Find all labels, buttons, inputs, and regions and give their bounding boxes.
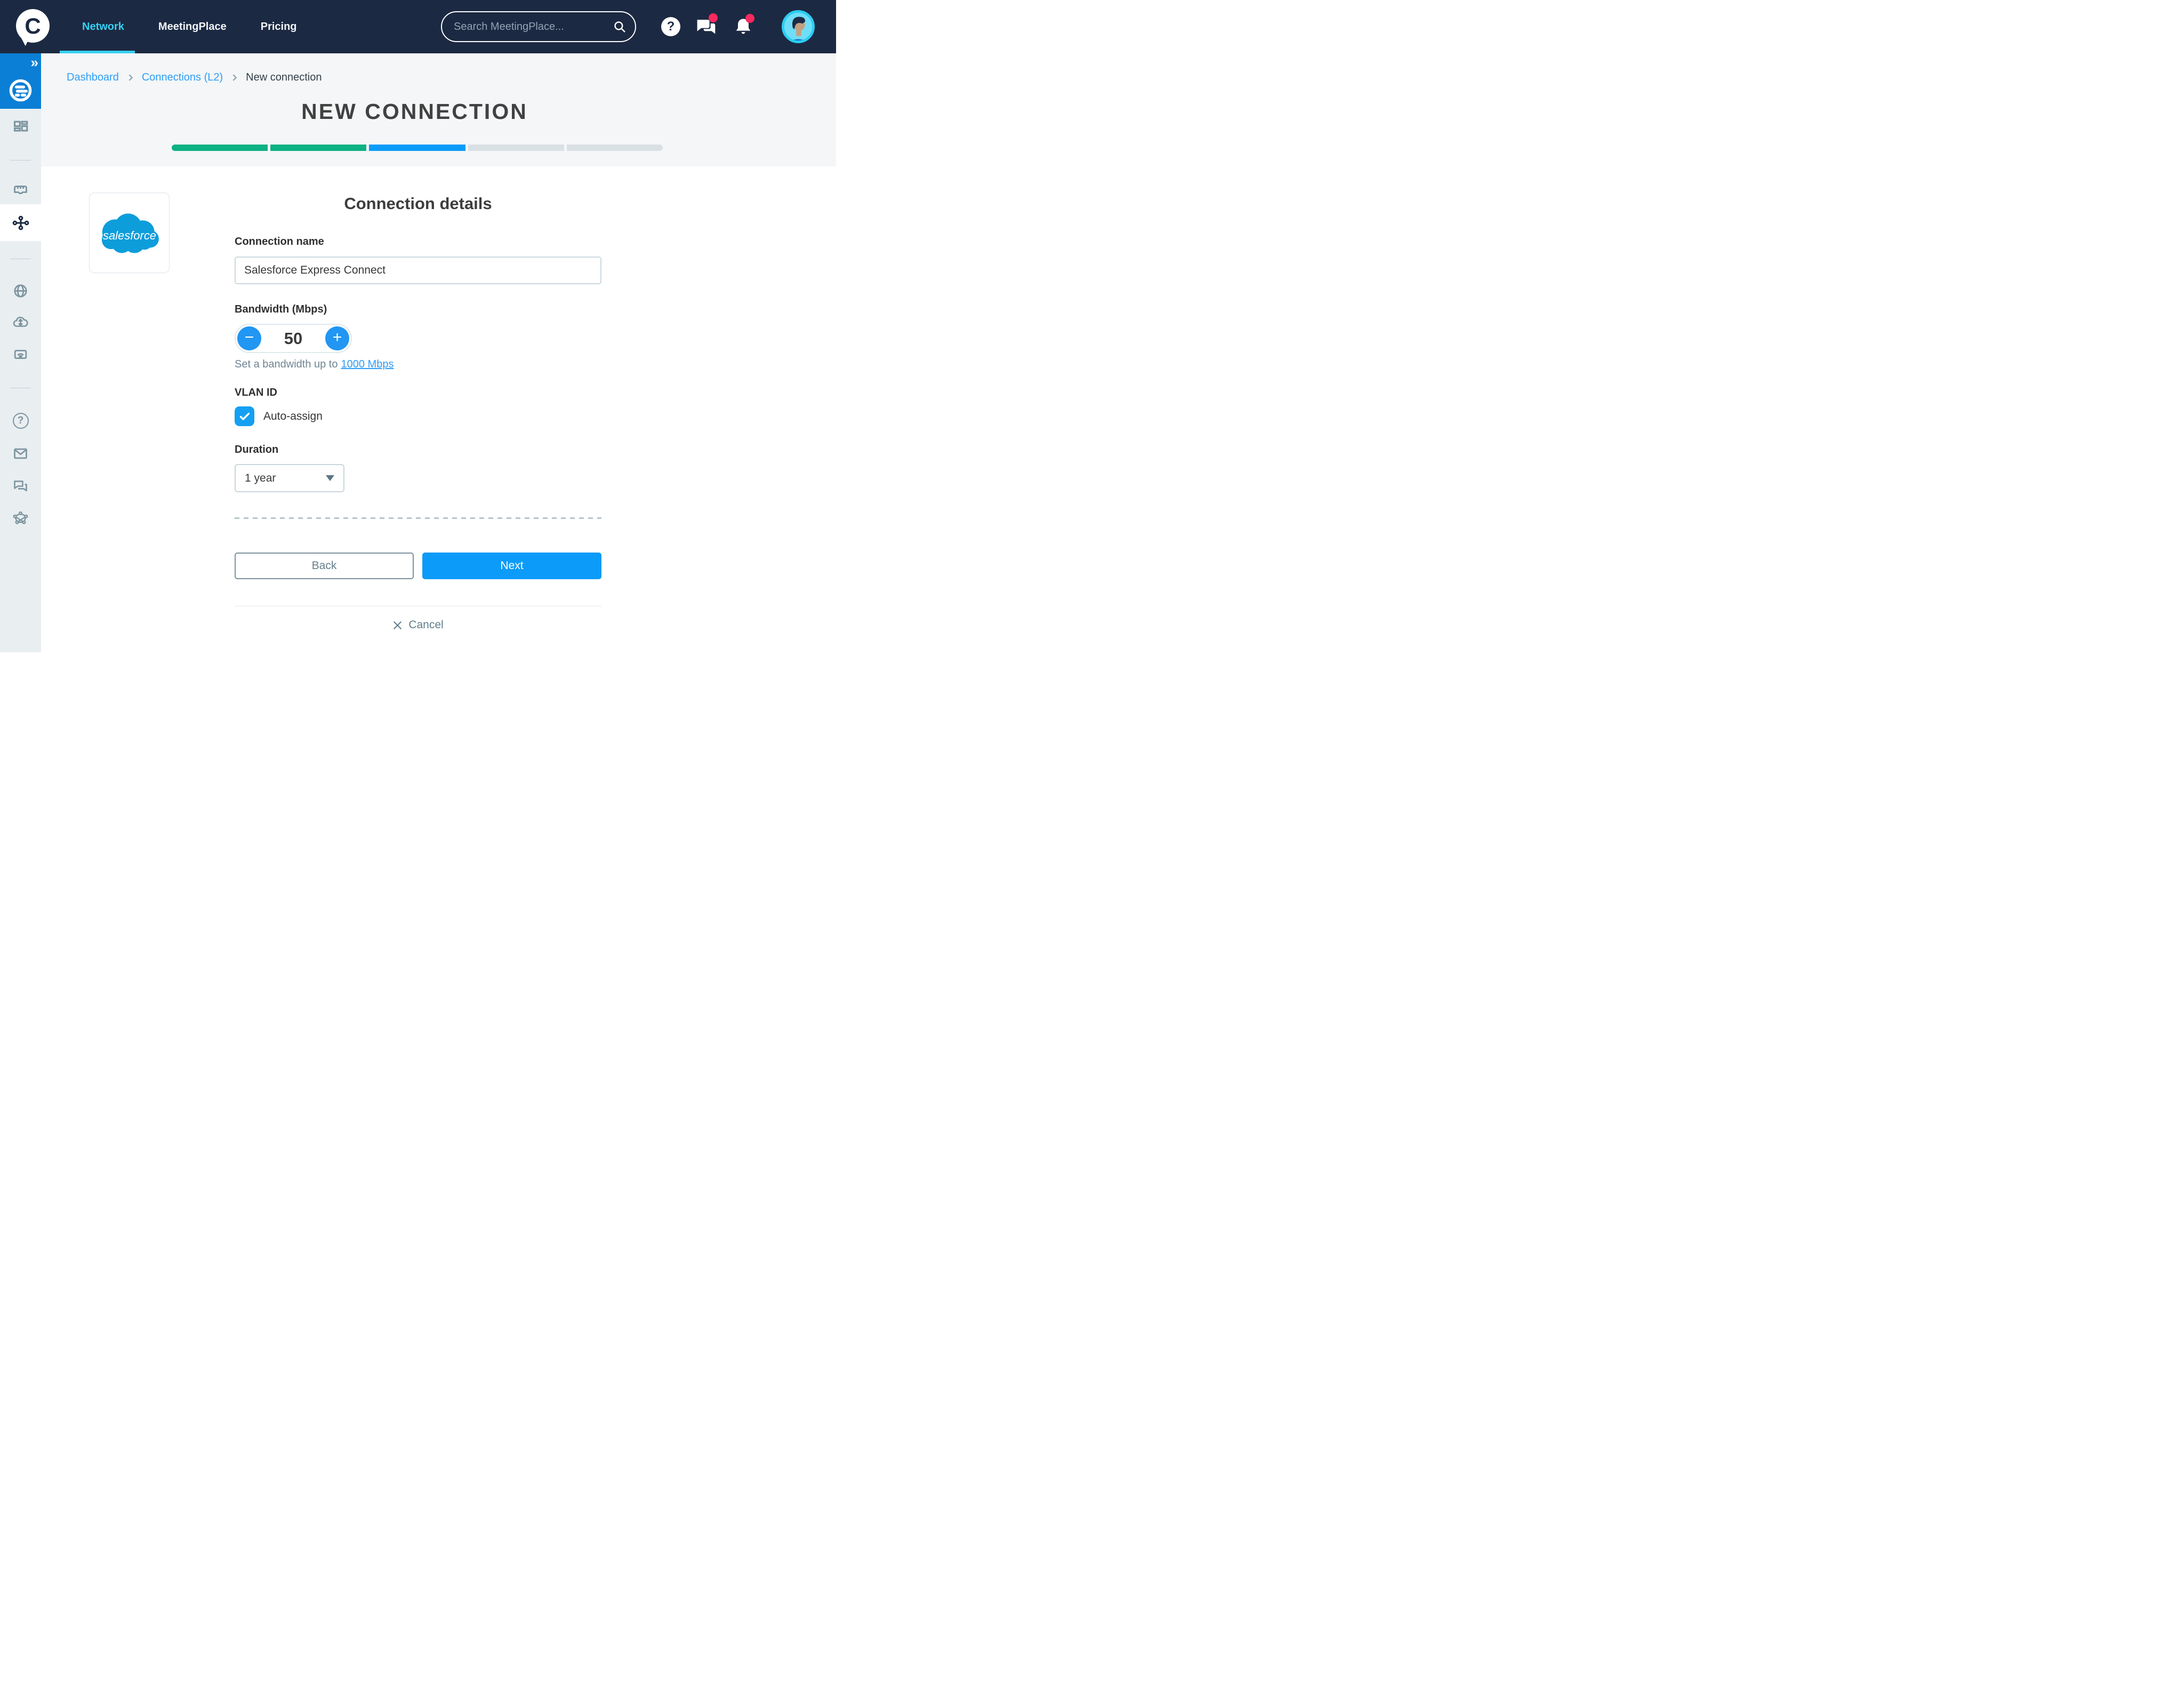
expand-sidebar-icon[interactable]: » [31,54,39,71]
help-circle-icon: ? [12,413,29,429]
mail-icon [14,448,27,459]
cancel-label: Cancel [408,619,444,631]
nav-item-meetingplace[interactable]: MeetingPlace [158,21,227,33]
sidebar-item-help[interactable]: ? [0,409,41,433]
connections-network-icon [12,215,29,230]
sidebar-item-internet[interactable] [0,279,41,302]
globe-icon [14,284,27,298]
back-button[interactable]: Back [235,553,414,579]
notifications-button[interactable] [733,14,755,39]
wizard-actions: Back Next [235,553,601,579]
help-icon: ? [661,17,680,36]
bandwidth-helper-text: Set a bandwidth up to 1000 Mbps [235,358,394,371]
sidebar-item-mail[interactable] [0,442,41,465]
sidebar-divider [10,160,31,161]
notifications-badge [745,14,754,23]
breadcrumb-chevron-icon [230,73,239,82]
auto-assign-label: Auto-assign [263,410,323,422]
breadcrumb: Dashboard Connections (L2) New connectio… [67,71,322,84]
check-icon [239,412,250,420]
duration-select[interactable]: 1 year [235,464,344,492]
main-content: Dashboard Connections (L2) New connectio… [41,53,836,652]
progress-step-3 [369,145,465,151]
search-icon[interactable] [613,20,627,34]
active-tab-underline [60,51,135,53]
cloud-exchange-icon [13,316,28,327]
app-window: C Network MeetingPlace Pricing ? [0,0,836,652]
app-logo[interactable]: C [16,9,50,47]
bandwidth-decrease-button[interactable]: − [237,326,261,350]
sidebar-item-cloud-exchange[interactable] [0,310,41,334]
section-dashed-divider [235,517,601,519]
progress-step-4 [468,145,564,151]
search-input[interactable] [454,20,613,33]
dashboard-grid-icon [13,121,28,132]
bandwidth-increase-button[interactable]: + [325,326,349,350]
connection-form: Connection details Connection name Bandw… [235,166,601,652]
sidebar-item-chat[interactable] [0,474,41,498]
messages-button[interactable] [695,13,718,38]
duration-label: Duration [235,444,279,455]
mesh-network-icon [13,511,28,524]
port-icon [14,185,27,194]
next-button[interactable]: Next [422,553,601,579]
vlan-auto-assign-row: Auto-assign [235,406,323,426]
plus-icon: + [332,329,342,346]
messages-badge [709,13,718,22]
nav-item-network[interactable]: Network [82,21,124,33]
user-avatar[interactable] [782,10,815,43]
page-title: NEW CONNECTION [301,99,528,124]
nav-item-pricing[interactable]: Pricing [261,21,297,33]
close-icon [394,621,402,629]
progress-step-1 [172,145,268,151]
bandwidth-helper-prefix: Set a bandwidth up to [235,358,338,370]
duration-value: 1 year [245,471,276,484]
max-bandwidth-link[interactable]: 1000 Mbps [341,358,394,370]
wizard-body: salesforce Connection details Connection… [41,166,836,652]
sidebar-item-dashboard[interactable] [0,115,41,139]
svg-text:salesforce: salesforce [103,228,156,242]
left-sidebar: » ? [0,53,41,652]
breadcrumb-dashboard[interactable]: Dashboard [67,71,119,84]
minus-icon: − [244,329,254,346]
help-button[interactable]: ? [661,17,680,36]
connection-name-input[interactable] [235,257,601,284]
progress-step-5 [566,145,663,151]
planet-logo-icon [9,79,32,102]
cancel-button[interactable]: Cancel [235,619,601,631]
avatar-illustration [782,10,815,43]
chevron-down-icon [326,475,334,481]
top-navbar: C Network MeetingPlace Pricing ? [0,0,836,53]
sidebar-item-connections-active[interactable] [0,204,41,241]
bandwidth-value: 50 [284,329,303,348]
global-search [441,11,636,42]
provider-card-salesforce: salesforce [89,193,170,273]
salesforce-logo: salesforce [101,213,159,253]
connection-name-label: Connection name [235,236,324,247]
sidebar-brand-tile[interactable]: » [0,53,41,109]
breadcrumb-current: New connection [246,71,322,83]
chat-bubbles-outline-icon [14,480,27,491]
breadcrumb-chevron-icon [126,73,135,82]
form-heading: Connection details [344,194,492,213]
sidebar-item-mesh[interactable] [0,506,41,530]
primary-nav: Network MeetingPlace Pricing [82,0,297,53]
router-wifi-icon [14,349,27,359]
sidebar-item-devices[interactable] [0,342,41,366]
vlan-label: VLAN ID [235,387,277,398]
wizard-header-band: Dashboard Connections (L2) New connectio… [41,53,836,166]
bandwidth-label: Bandwidth (Mbps) [235,303,327,315]
progress-step-2 [270,145,367,151]
breadcrumb-connections[interactable]: Connections (L2) [142,71,223,84]
wizard-progress-bar [172,145,663,151]
logo-letter: C [16,9,50,43]
auto-assign-checkbox[interactable] [235,406,254,426]
sidebar-item-ports[interactable] [0,178,41,202]
bandwidth-stepper: − 50 + [235,324,352,353]
